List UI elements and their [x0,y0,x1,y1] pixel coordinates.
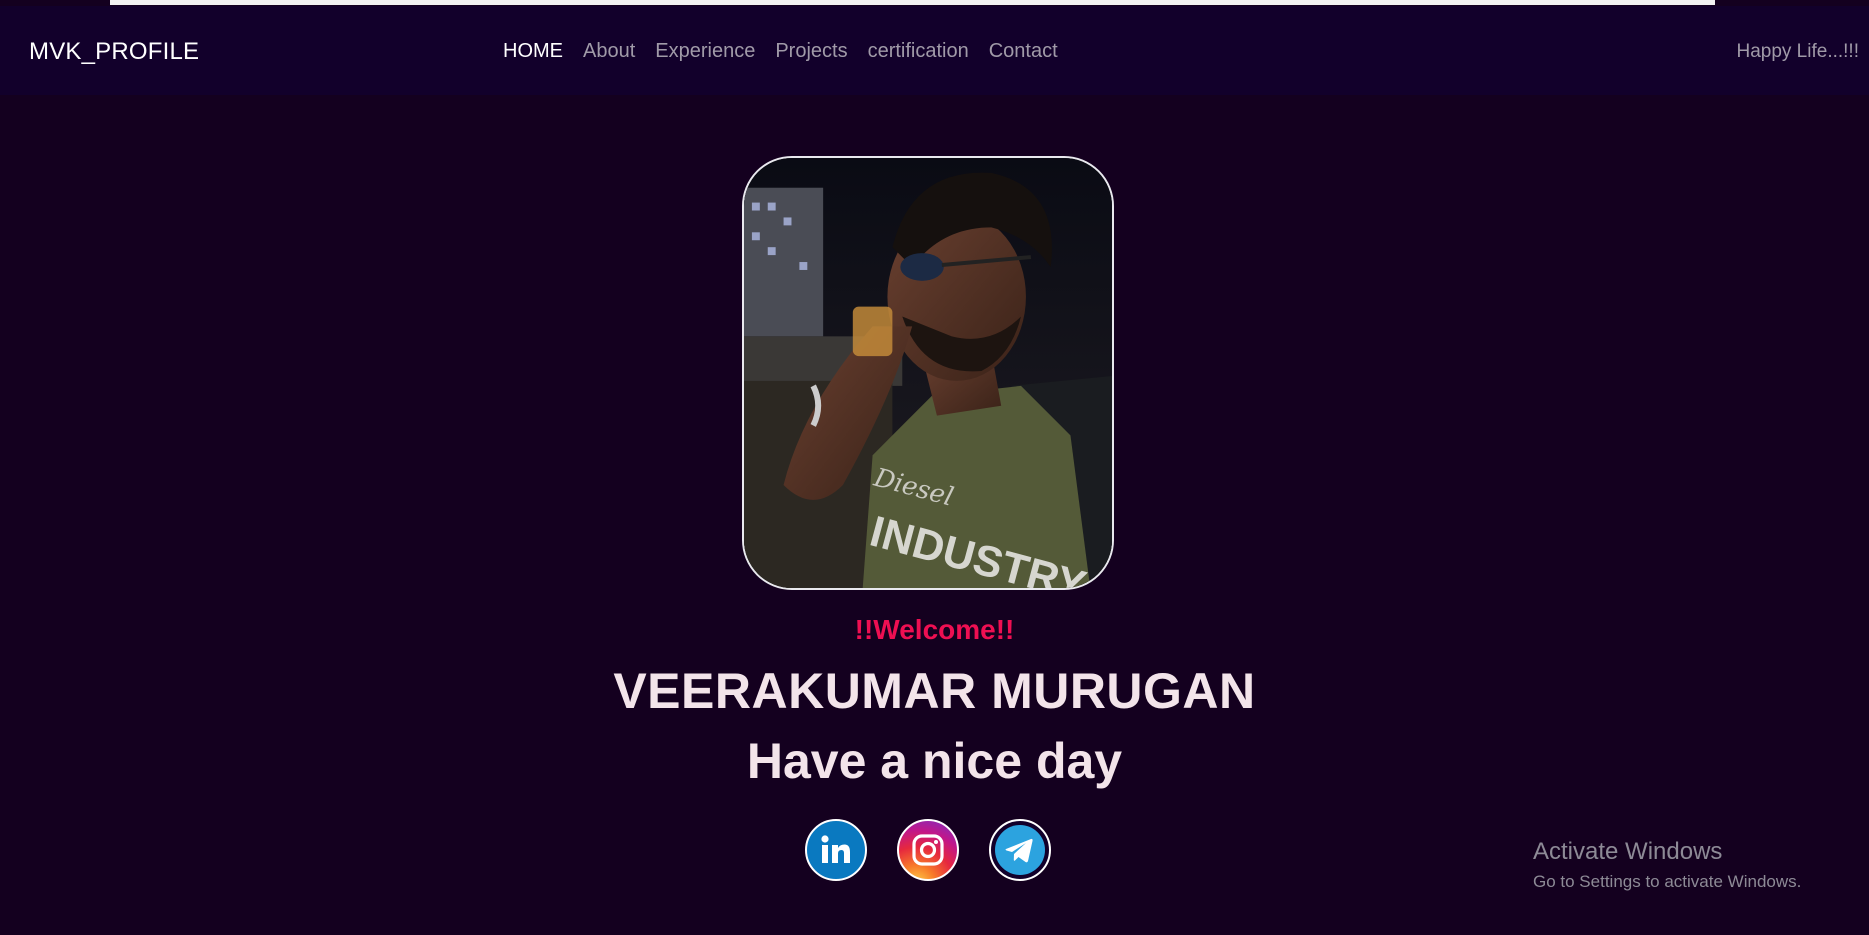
browser-top-bar [110,0,1715,5]
social-links [805,819,1051,881]
nav-item-experience[interactable]: Experience [655,40,755,63]
nav-item-contact[interactable]: Contact [989,40,1058,63]
instagram-link[interactable] [897,819,959,881]
telegram-icon [995,825,1045,875]
profile-photo: Diesel INDUSTRY [742,156,1114,590]
nav-item-certification[interactable]: certification [868,40,969,63]
telegram-link[interactable] [989,819,1051,881]
activation-subtitle: Go to Settings to activate Windows. [1533,872,1802,891]
tagline: Happy Life...!!! [1736,41,1859,62]
greeting-text: Have a nice day [746,733,1123,789]
nav-menu: HOME About Experience Projects certifica… [503,40,1058,63]
linkedin-link[interactable] [805,819,867,881]
windows-activation-watermark: Activate Windows Go to Settings to activ… [1533,838,1801,892]
nav-item-projects[interactable]: Projects [775,40,847,63]
linkedin-icon [821,835,850,863]
nav-item-about[interactable]: About [583,40,635,63]
welcome-text: !!Welcome!! [854,614,1015,645]
navbar: MVK_PROFILE HOME About Experience Projec… [0,6,1869,95]
nav-item-home[interactable]: HOME [503,40,563,63]
activation-title: Activate Windows [1533,838,1723,865]
brand-logo[interactable]: MVK_PROFILE [29,38,199,66]
profile-photo-image: Diesel INDUSTRY [744,158,1112,588]
profile-name: VEERAKUMAR MURUGAN [613,663,1256,719]
instagram-icon [912,834,944,866]
